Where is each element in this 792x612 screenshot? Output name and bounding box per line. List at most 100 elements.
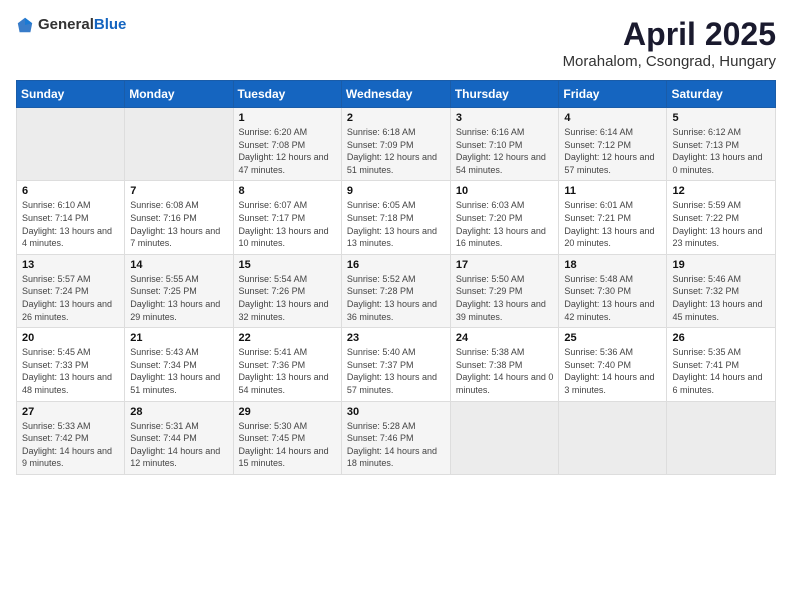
day-detail: Sunrise: 5:35 AM Sunset: 7:41 PM Dayligh… (672, 346, 770, 396)
table-row: 5 Sunrise: 6:12 AM Sunset: 7:13 PM Daylig… (667, 108, 776, 181)
day-detail: Sunrise: 5:31 AM Sunset: 7:44 PM Dayligh… (130, 420, 227, 470)
day-number: 19 (672, 259, 770, 271)
day-detail: Sunrise: 5:28 AM Sunset: 7:46 PM Dayligh… (347, 420, 445, 470)
day-number: 12 (672, 185, 770, 197)
day-number: 10 (456, 185, 554, 197)
calendar-week-row: 6 Sunrise: 6:10 AM Sunset: 7:14 PM Daylig… (17, 181, 776, 254)
day-number: 5 (672, 112, 770, 124)
header-tuesday: Tuesday (233, 81, 341, 108)
table-row (559, 401, 667, 474)
table-row: 1 Sunrise: 6:20 AM Sunset: 7:08 PM Daylig… (233, 108, 341, 181)
header-saturday: Saturday (667, 81, 776, 108)
table-row: 28 Sunrise: 5:31 AM Sunset: 7:44 PM Dayli… (125, 401, 233, 474)
day-number: 6 (22, 185, 119, 197)
day-detail: Sunrise: 6:10 AM Sunset: 7:14 PM Dayligh… (22, 199, 119, 249)
table-row: 15 Sunrise: 5:54 AM Sunset: 7:26 PM Dayli… (233, 254, 341, 327)
day-number: 11 (564, 185, 661, 197)
table-row: 24 Sunrise: 5:38 AM Sunset: 7:38 PM Dayli… (450, 328, 559, 401)
day-detail: Sunrise: 6:20 AM Sunset: 7:08 PM Dayligh… (239, 126, 336, 176)
day-detail: Sunrise: 5:54 AM Sunset: 7:26 PM Dayligh… (239, 273, 336, 323)
day-detail: Sunrise: 6:12 AM Sunset: 7:13 PM Dayligh… (672, 126, 770, 176)
day-detail: Sunrise: 5:59 AM Sunset: 7:22 PM Dayligh… (672, 199, 770, 249)
table-row: 3Sunrise: 6:16 AM Sunset: 7:10 PM Daylig… (450, 108, 559, 181)
table-row: 17 Sunrise: 5:50 AM Sunset: 7:29 PM Dayli… (450, 254, 559, 327)
table-row: 20 Sunrise: 5:45 AM Sunset: 7:33 PM Dayli… (17, 328, 125, 401)
table-row: 25 Sunrise: 5:36 AM Sunset: 7:40 PM Dayli… (559, 328, 667, 401)
day-number: 3 (456, 112, 554, 124)
table-row: 29 Sunrise: 5:30 AM Sunset: 7:45 PM Dayli… (233, 401, 341, 474)
day-detail: Sunrise: 6:03 AM Sunset: 7:20 PM Dayligh… (456, 199, 554, 249)
table-row: 30 Sunrise: 5:28 AM Sunset: 7:46 PM Dayli… (341, 401, 450, 474)
logo-icon (16, 16, 34, 34)
table-row: 18 Sunrise: 5:48 AM Sunset: 7:30 PM Dayli… (559, 254, 667, 327)
table-row: 19Sunrise: 5:46 AM Sunset: 7:32 PM Dayli… (667, 254, 776, 327)
day-number: 16 (347, 259, 445, 271)
page-title: April 2025 (563, 16, 776, 53)
day-detail: Sunrise: 5:50 AM Sunset: 7:29 PM Dayligh… (456, 273, 554, 323)
table-row: 27Sunrise: 5:33 AM Sunset: 7:42 PM Dayli… (17, 401, 125, 474)
table-row (125, 108, 233, 181)
table-row: 4 Sunrise: 6:14 AM Sunset: 7:12 PM Daylig… (559, 108, 667, 181)
table-row: 11 Sunrise: 6:01 AM Sunset: 7:21 PM Dayli… (559, 181, 667, 254)
day-number: 20 (22, 332, 119, 344)
table-row: 21 Sunrise: 5:43 AM Sunset: 7:34 PM Dayli… (125, 328, 233, 401)
day-detail: Sunrise: 5:30 AM Sunset: 7:45 PM Dayligh… (239, 420, 336, 470)
day-detail: Sunrise: 6:01 AM Sunset: 7:21 PM Dayligh… (564, 199, 661, 249)
day-detail: Sunrise: 5:55 AM Sunset: 7:25 PM Dayligh… (130, 273, 227, 323)
day-number: 4 (564, 112, 661, 124)
day-number: 28 (130, 406, 227, 418)
logo: GeneralBlue (16, 16, 126, 34)
header-friday: Friday (559, 81, 667, 108)
day-number: 15 (239, 259, 336, 271)
table-row: 14 Sunrise: 5:55 AM Sunset: 7:25 PM Dayli… (125, 254, 233, 327)
day-number: 8 (239, 185, 336, 197)
day-detail: Sunrise: 6:07 AM Sunset: 7:17 PM Dayligh… (239, 199, 336, 249)
day-detail: Sunrise: 5:40 AM Sunset: 7:37 PM Dayligh… (347, 346, 445, 396)
day-number: 24 (456, 332, 554, 344)
day-number: 23 (347, 332, 445, 344)
day-detail: Sunrise: 5:41 AM Sunset: 7:36 PM Dayligh… (239, 346, 336, 396)
logo-text: GeneralBlue (38, 16, 126, 34)
day-detail: Sunrise: 5:57 AM Sunset: 7:24 PM Dayligh… (22, 273, 119, 323)
day-detail: Sunrise: 5:36 AM Sunset: 7:40 PM Dayligh… (564, 346, 661, 396)
table-row (17, 108, 125, 181)
day-number: 2 (347, 112, 445, 124)
day-number: 18 (564, 259, 661, 271)
day-number: 14 (130, 259, 227, 271)
day-number: 30 (347, 406, 445, 418)
day-number: 9 (347, 185, 445, 197)
day-detail: Sunrise: 6:14 AM Sunset: 7:12 PM Dayligh… (564, 126, 661, 176)
day-number: 7 (130, 185, 227, 197)
day-detail: Sunrise: 5:38 AM Sunset: 7:38 PM Dayligh… (456, 346, 554, 396)
table-row: 13 Sunrise: 5:57 AM Sunset: 7:24 PM Dayli… (17, 254, 125, 327)
weekday-header-row: Sunday Monday Tuesday Wednesday Thursday… (17, 81, 776, 108)
day-detail: Sunrise: 5:43 AM Sunset: 7:34 PM Dayligh… (130, 346, 227, 396)
day-detail: Sunrise: 5:48 AM Sunset: 7:30 PM Dayligh… (564, 273, 661, 323)
table-row (667, 401, 776, 474)
table-row: 12 Sunrise: 5:59 AM Sunset: 7:22 PM Dayli… (667, 181, 776, 254)
day-detail: Sunrise: 5:52 AM Sunset: 7:28 PM Dayligh… (347, 273, 445, 323)
day-number: 29 (239, 406, 336, 418)
title-area: April 2025 Morahalom, Csongrad, Hungary (563, 16, 776, 70)
day-number: 25 (564, 332, 661, 344)
day-number: 1 (239, 112, 336, 124)
header-thursday: Thursday (450, 81, 559, 108)
day-number: 26 (672, 332, 770, 344)
day-number: 22 (239, 332, 336, 344)
day-detail: Sunrise: 5:45 AM Sunset: 7:33 PM Dayligh… (22, 346, 119, 396)
table-row: 23 Sunrise: 5:40 AM Sunset: 7:37 PM Dayli… (341, 328, 450, 401)
calendar-table: Sunday Monday Tuesday Wednesday Thursday… (16, 80, 776, 475)
table-row: 9Sunrise: 6:05 AM Sunset: 7:18 PM Daylig… (341, 181, 450, 254)
day-number: 17 (456, 259, 554, 271)
table-row: 22 Sunrise: 5:41 AM Sunset: 7:36 PM Dayli… (233, 328, 341, 401)
day-number: 13 (22, 259, 119, 271)
header-sunday: Sunday (17, 81, 125, 108)
table-row: 7Sunrise: 6:08 AM Sunset: 7:16 PM Daylig… (125, 181, 233, 254)
calendar-week-row: 13 Sunrise: 5:57 AM Sunset: 7:24 PM Dayli… (17, 254, 776, 327)
page-header: GeneralBlue April 2025 Morahalom, Csongr… (16, 16, 776, 70)
calendar-week-row: 27Sunrise: 5:33 AM Sunset: 7:42 PM Dayli… (17, 401, 776, 474)
day-number: 27 (22, 406, 119, 418)
table-row: 8 Sunrise: 6:07 AM Sunset: 7:17 PM Daylig… (233, 181, 341, 254)
day-number: 21 (130, 332, 227, 344)
calendar-week-row: 20 Sunrise: 5:45 AM Sunset: 7:33 PM Dayli… (17, 328, 776, 401)
